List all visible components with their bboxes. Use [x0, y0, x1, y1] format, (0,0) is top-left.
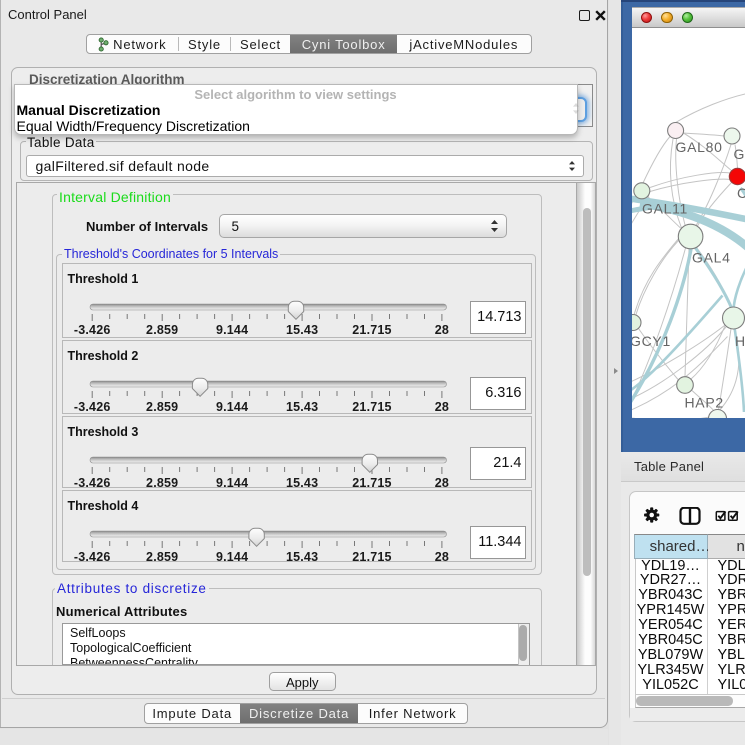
svg-text:2.859: 2.859 — [146, 476, 178, 490]
svg-text:28: 28 — [434, 323, 448, 337]
svg-text:28: 28 — [434, 400, 448, 414]
svg-text:-3.426: -3.426 — [73, 550, 110, 564]
svg-text:15.43: 15.43 — [285, 400, 317, 414]
svg-text:9.144: 9.144 — [215, 550, 247, 564]
svg-text:15.43: 15.43 — [285, 550, 317, 564]
svg-text:-3.426: -3.426 — [73, 476, 110, 490]
svg-text:21.715: 21.715 — [352, 400, 391, 414]
svg-text:21.715: 21.715 — [352, 550, 391, 564]
svg-text:HAP2: HAP2 — [685, 394, 724, 410]
svg-text:2.859: 2.859 — [146, 550, 178, 564]
svg-text:28: 28 — [434, 550, 448, 564]
svg-text:GAL11: GAL11 — [642, 200, 688, 216]
svg-text:15.43: 15.43 — [285, 323, 317, 337]
svg-text:GA: GA — [734, 146, 745, 162]
svg-text:-3.426: -3.426 — [73, 323, 110, 337]
svg-text:21.715: 21.715 — [352, 476, 391, 490]
svg-text:9.144: 9.144 — [215, 323, 247, 337]
svg-text:21.715: 21.715 — [352, 323, 391, 337]
svg-text:9.144: 9.144 — [215, 476, 247, 490]
svg-text:GCY1: GCY1 — [632, 333, 671, 349]
svg-text:2.859: 2.859 — [146, 400, 178, 414]
svg-text:GAL80: GAL80 — [676, 139, 723, 155]
svg-text:15.43: 15.43 — [285, 476, 317, 490]
svg-text:GAL4: GAL4 — [692, 249, 731, 265]
svg-text:2.859: 2.859 — [146, 323, 178, 337]
svg-text:28: 28 — [434, 476, 448, 490]
svg-text:C: C — [737, 185, 745, 201]
svg-text:-3.426: -3.426 — [73, 400, 110, 414]
svg-text:H: H — [735, 333, 745, 349]
svg-text:9.144: 9.144 — [215, 400, 247, 414]
